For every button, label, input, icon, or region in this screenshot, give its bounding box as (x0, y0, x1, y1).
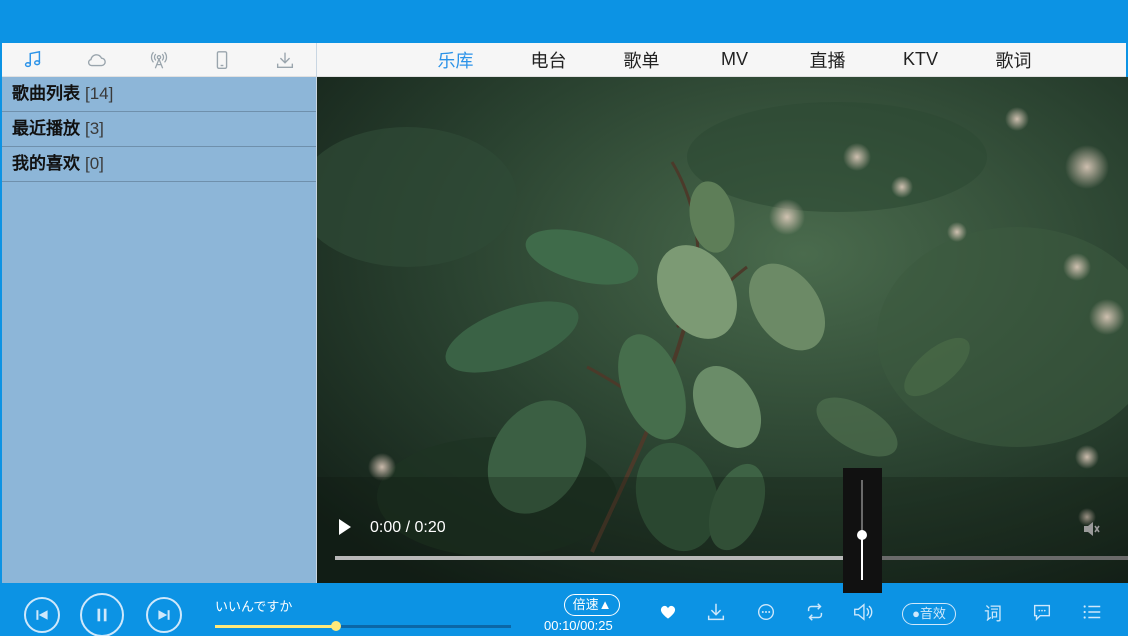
nav-tab-live[interactable]: 直播 (781, 47, 874, 73)
download-button[interactable] (704, 600, 728, 624)
video-progress-fill (335, 556, 843, 560)
sidebar-tab-music[interactable] (2, 43, 65, 77)
pause-button[interactable] (80, 593, 124, 636)
more-button[interactable] (754, 600, 778, 624)
video-play-icon[interactable] (337, 518, 353, 536)
playlist-count: [3] (85, 119, 104, 138)
video-volume-icon[interactable] (1082, 519, 1102, 539)
volume-fill (861, 535, 863, 580)
repeat-icon (807, 603, 823, 621)
previous-button[interactable] (24, 597, 60, 633)
volume-button[interactable] (851, 600, 875, 624)
skip-previous-icon (36, 610, 48, 620)
sound-effect-button[interactable]: ●音效 (902, 603, 956, 625)
nav-tab-mv[interactable]: MV (688, 49, 781, 70)
volume-popup (843, 468, 882, 593)
pause-icon (97, 608, 107, 622)
sidebar-tab-cloud[interactable] (65, 43, 128, 77)
nav-tab-library[interactable]: 乐库 (409, 47, 502, 73)
download-icon (707, 603, 725, 621)
speaker-icon (854, 603, 873, 621)
playlist-button[interactable] (1080, 600, 1104, 624)
playlist-name: 歌曲列表 (12, 84, 80, 103)
volume-knob[interactable] (857, 530, 867, 540)
more-dots-icon (757, 603, 775, 621)
like-button[interactable] (656, 600, 680, 624)
playlist-count: [0] (85, 154, 104, 173)
song-progress-bar[interactable] (215, 621, 511, 631)
loop-mode-button[interactable] (803, 600, 827, 624)
mobile-phone-icon (216, 50, 228, 69)
lyrics-button[interactable]: 词 (984, 600, 1002, 626)
song-progress-fill (215, 625, 337, 628)
video-progress-bar[interactable] (335, 556, 1128, 560)
video-player[interactable]: 0:00 / 0:20 (317, 77, 1128, 583)
music-note-icon (25, 50, 41, 67)
heart-icon (660, 605, 676, 619)
playback-speed-button[interactable]: 倍速▲ (564, 594, 620, 616)
main-panel: 乐库 电台 歌单 MV 直播 KTV 歌词 0:00 / 0:20 (317, 43, 1128, 583)
nav-tab-lyrics[interactable]: 歌词 (967, 47, 1060, 73)
music-player-app: 歌曲列表 [14] 最近播放 [3] 我的喜欢 [0] 乐库 电台 歌单 MV 直播 … (0, 0, 1128, 636)
sidebar-tabs (2, 43, 316, 77)
cloud-icon (88, 53, 107, 66)
video-frame-plant (317, 77, 1128, 583)
playlist-name: 我的喜欢 (12, 154, 80, 173)
radio-antenna-icon (150, 51, 168, 68)
sidebar-tab-radio[interactable] (128, 43, 191, 77)
playlist-item-favorites[interactable]: 我的喜欢 [0] (2, 147, 316, 182)
nav-tab-ktv[interactable]: KTV (874, 49, 967, 70)
nav-tab-radio[interactable]: 电台 (502, 47, 595, 73)
skip-next-icon (158, 610, 170, 620)
playlist-name: 最近播放 (12, 119, 80, 138)
song-title: いいんですか (215, 599, 293, 614)
download-icon (276, 52, 293, 68)
playlist-count: [14] (85, 84, 114, 103)
list-icon (1083, 605, 1101, 619)
comment-icon (1033, 604, 1051, 621)
playlist-item-recent[interactable]: 最近播放 [3] (2, 112, 316, 147)
sidebar: 歌曲列表 [14] 最近播放 [3] 我的喜欢 [0] (2, 43, 317, 583)
volume-popup-tail (843, 580, 882, 593)
sidebar-tab-download[interactable] (253, 43, 316, 77)
video-time: 0:00 / 0:20 (370, 519, 446, 536)
nav-tab-playlists[interactable]: 歌单 (595, 47, 688, 73)
next-button[interactable] (146, 597, 182, 633)
sidebar-tab-mobile[interactable] (190, 43, 253, 77)
content-area: 歌曲列表 [14] 最近播放 [3] 我的喜欢 [0] 乐库 电台 歌单 MV 直播 … (0, 43, 1128, 583)
comment-button[interactable] (1030, 600, 1054, 624)
playlist-item-songs[interactable]: 歌曲列表 [14] (2, 77, 316, 112)
title-bar (0, 0, 1128, 43)
top-nav: 乐库 电台 歌单 MV 直播 KTV 歌词 (317, 43, 1126, 77)
playback-time: 00:10/00:25 (544, 618, 613, 633)
